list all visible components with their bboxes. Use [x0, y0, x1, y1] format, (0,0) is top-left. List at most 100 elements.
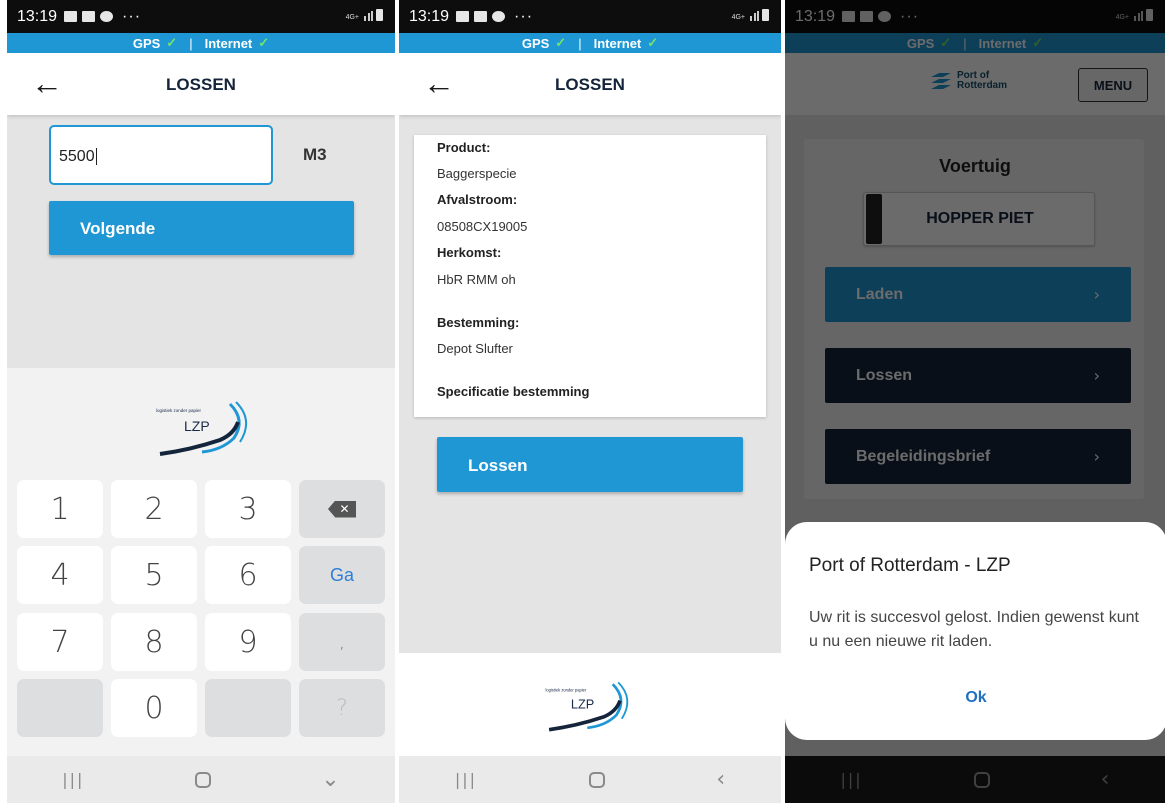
home-icon[interactable]: [194, 771, 211, 788]
begeleidingsbrief-button[interactable]: Begeleidingsbrief ›: [825, 429, 1131, 484]
product-value: Baggerspecie: [437, 166, 517, 181]
internet-check-icon: ✓: [258, 35, 270, 50]
key-7[interactable]: 7: [17, 613, 103, 671]
unload-button[interactable]: Lossen: [437, 437, 743, 492]
status-right: 4G+: [1116, 9, 1153, 21]
internet-check-icon: ✓: [647, 35, 659, 50]
network-type: 4G+: [345, 14, 359, 21]
next-button[interactable]: Volgende: [49, 201, 354, 255]
product-label: Product:: [437, 140, 491, 155]
key-5[interactable]: 5: [111, 546, 197, 604]
notification-icon: [474, 11, 488, 22]
vehicle-handle: [866, 194, 882, 244]
dialog-message: Uw rit is succesvol gelost. Indien gewen…: [809, 609, 1139, 650]
herkomst-value: HbR RMM oh: [437, 272, 516, 287]
top-bar: ← LOSSEN: [399, 53, 781, 115]
more-notifications-icon: ···: [514, 7, 534, 25]
screen-lossen-quantity: 13:19 ··· 4G+ GPS ✓ | Internet ✓ ← LOSSE…: [7, 0, 395, 803]
more-notifications-icon: ···: [900, 7, 920, 25]
key-6[interactable]: 6: [205, 546, 291, 604]
key-8[interactable]: 8: [111, 613, 197, 671]
gps-check-icon: ✓: [940, 35, 952, 50]
screen-home-dialog: 13:19 ··· 4G+ GPS ✓ | Internet ✓ Port of…: [785, 0, 1165, 803]
unit-label: M3: [303, 145, 327, 164]
page-title: LOSSEN: [555, 75, 625, 94]
top-bar: ← LOSSEN: [7, 53, 395, 115]
gps-label: GPS: [521, 35, 550, 51]
logo-line2: Rotterdam: [957, 80, 1008, 91]
internet-label: Internet: [978, 35, 1027, 51]
recent-apps-icon[interactable]: |||: [62, 770, 84, 789]
lossen-label: Lossen: [856, 366, 913, 384]
logo-tagline: logistiek zonder papier: [156, 408, 202, 413]
key-9[interactable]: 9: [205, 613, 291, 671]
status-right: 4G+: [346, 9, 383, 21]
laden-label: Laden: [856, 285, 904, 303]
backspace-key[interactable]: ✕: [299, 480, 385, 538]
page-title: LOSSEN: [166, 75, 236, 94]
key-0[interactable]: 0: [111, 679, 197, 737]
key-1[interactable]: 1: [17, 480, 103, 538]
logo-tagline: logistiek zonder papier: [545, 687, 586, 692]
afvalstroom-value: 08508CX19005: [437, 219, 528, 234]
android-nav-bar: ||| ‹: [785, 756, 1165, 803]
vehicle-name: HOPPER PIET: [926, 210, 1034, 227]
quantity-value: 5500: [59, 148, 95, 165]
go-key[interactable]: Ga: [299, 546, 385, 604]
lossen-button[interactable]: Lossen ›: [825, 348, 1131, 403]
notification-icon: [860, 11, 874, 22]
laden-button[interactable]: Laden ›: [825, 267, 1131, 322]
connection-bar: GPS ✓ | Internet ✓: [7, 33, 395, 53]
battery-icon: [762, 9, 769, 21]
separator: |: [963, 35, 967, 51]
home-icon[interactable]: [588, 771, 605, 788]
quantity-input[interactable]: 5500: [49, 125, 273, 185]
gallery-icon: [456, 11, 470, 22]
success-dialog: Port of Rotterdam - LZP Uw rit is succes…: [785, 522, 1165, 740]
battery-icon: [1146, 9, 1153, 21]
signal-icon: [362, 11, 373, 21]
menu-button[interactable]: MENU: [1078, 68, 1148, 102]
internet-label: Internet: [593, 35, 642, 51]
transport-details-card: Product: Baggerspecie Afvalstroom: 08508…: [414, 135, 766, 417]
status-bar: 13:19 ··· 4G+: [399, 0, 781, 33]
status-bar: 13:19 ··· 4G+: [785, 0, 1165, 33]
chevron-right-icon: ›: [1093, 366, 1100, 385]
more-notifications-icon: ···: [122, 7, 142, 25]
separator: |: [578, 35, 582, 51]
internet-check-icon: ✓: [1032, 35, 1044, 50]
recent-apps-icon[interactable]: |||: [455, 770, 477, 789]
key-3[interactable]: 3: [205, 480, 291, 538]
key-2[interactable]: 2: [111, 480, 197, 538]
android-nav-bar: ||| ‹: [399, 756, 781, 803]
separator: |: [189, 35, 193, 51]
home-icon[interactable]: [973, 771, 990, 788]
vehicle-title: Voertuig: [939, 156, 1011, 176]
gps-label: GPS: [906, 35, 935, 51]
port-of-rotterdam-logo: Port of Rotterdam: [929, 69, 1007, 93]
chevron-right-icon: ›: [1093, 285, 1100, 304]
status-time: 13:19: [409, 7, 450, 25]
hide-keyboard-icon[interactable]: ⌄: [321, 767, 339, 792]
question-key[interactable]: ?: [299, 679, 385, 737]
waves-icon: [931, 73, 951, 89]
blank-key-left: [17, 679, 103, 737]
comma-key[interactable]: ,: [299, 613, 385, 671]
network-type: 4G+: [731, 14, 745, 21]
key-4[interactable]: 4: [17, 546, 103, 604]
vehicle-selector[interactable]: HOPPER PIET: [863, 192, 1095, 246]
chrome-icon: [878, 11, 892, 22]
back-icon[interactable]: ‹: [1101, 767, 1110, 792]
status-bar: 13:19 ··· 4G+: [7, 0, 395, 33]
logo-name: LZP: [571, 697, 594, 712]
gps-check-icon: ✓: [555, 35, 567, 50]
gallery-icon: [842, 11, 856, 22]
bestemming-label: Bestemming:: [437, 315, 520, 330]
recent-apps-icon[interactable]: |||: [841, 770, 863, 789]
bestemming-value: Depot Slufter: [437, 341, 513, 356]
herkomst-label: Herkomst:: [437, 245, 502, 260]
dialog-ok-button[interactable]: Ok: [785, 689, 1165, 707]
chrome-icon: [100, 11, 114, 22]
back-icon[interactable]: ‹: [716, 767, 725, 792]
status-right: 4G+: [732, 9, 769, 21]
